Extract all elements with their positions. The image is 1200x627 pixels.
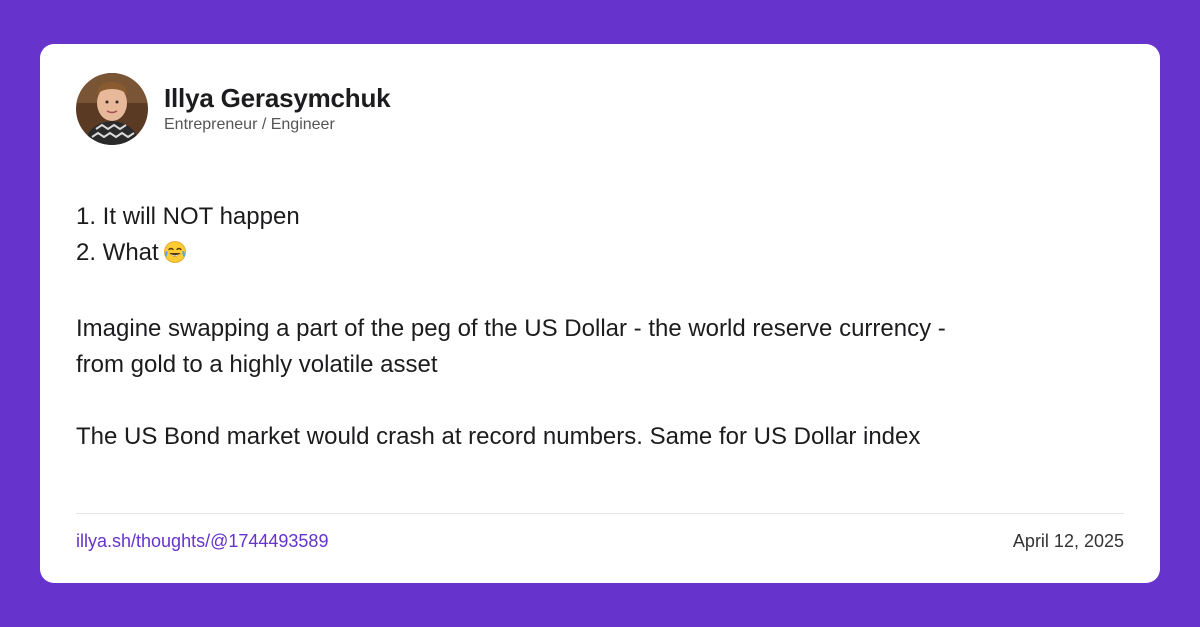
post-line-2-text: 2. What bbox=[76, 239, 159, 266]
footer-divider bbox=[76, 513, 1124, 514]
post-line-1: 1. It will NOT happen bbox=[76, 203, 300, 230]
author-header: Illya Gerasymchuk Entrepreneur / Enginee… bbox=[76, 73, 391, 145]
author-title: Entrepreneur / Engineer bbox=[164, 116, 335, 133]
post-paragraph-1-line-b: from gold to a highly volatile asset bbox=[76, 351, 438, 378]
post-permalink[interactable]: illya.sh/thoughts/@1744493589 bbox=[76, 530, 328, 552]
post-line-2: 2. What bbox=[76, 235, 1116, 275]
avatar[interactable] bbox=[76, 73, 148, 145]
author-name[interactable]: Illya Gerasymchuk bbox=[164, 83, 391, 113]
post-date: April 12, 2025 bbox=[1012, 531, 1124, 551]
post-paragraph-2: The US Bond market would crash at record… bbox=[76, 423, 921, 450]
post-body: 1. It will NOT happen 2. What Imagine sw… bbox=[76, 199, 1116, 455]
post-card: Illya Gerasymchuk Entrepreneur / Enginee… bbox=[40, 44, 1160, 583]
post-paragraph-1-line-a: Imagine swapping a part of the peg of th… bbox=[76, 315, 946, 342]
author-info: Illya Gerasymchuk Entrepreneur / Enginee… bbox=[164, 83, 391, 135]
face-with-tears-of-joy-icon bbox=[163, 239, 187, 275]
avatar-image bbox=[76, 73, 148, 145]
